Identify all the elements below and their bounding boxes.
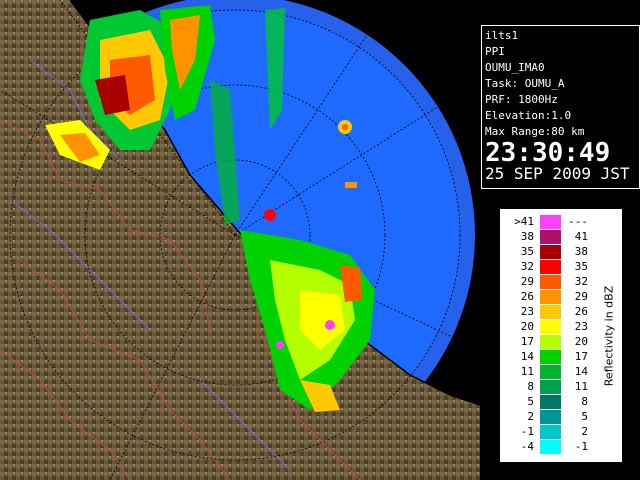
legend-low-value: 29: [520, 275, 534, 288]
legend-low-value: 35: [520, 245, 534, 258]
elevation-value: Elevation:1.0: [485, 109, 572, 122]
legend-high-value: 8: [581, 395, 588, 408]
legend-high-value: 32: [574, 275, 588, 288]
legend-high-value: 23: [574, 320, 588, 333]
radar-display: ilts1 PPI OUMU_IMA0 Task: OUMU_A PRF: 18…: [0, 0, 640, 480]
station-name: ilts1: [485, 29, 519, 42]
legend-low-value: 23: [520, 305, 534, 318]
legend-low-value: 8: [527, 380, 534, 393]
legend-low-value: -1: [520, 425, 534, 438]
legend-color-swatch: [540, 410, 561, 424]
legend-low-value: 38: [520, 230, 534, 243]
task-name: Task: OUMU_A: [485, 77, 565, 90]
scan-type: PPI: [485, 45, 505, 58]
legend-high-value: -1: [574, 440, 588, 453]
legend-high-value: 26: [574, 305, 588, 318]
legend-low-value: >41: [514, 215, 534, 228]
legend-low-value: 32: [520, 260, 534, 273]
legend-high-value: 20: [574, 335, 588, 348]
legend-high-value: 41: [574, 230, 588, 243]
scan-date: 25 SEP 2009 JST: [485, 164, 630, 183]
legend-low-value: 11: [520, 365, 534, 378]
legend-low-value: 26: [520, 290, 534, 303]
legend-high-value: 29: [574, 290, 588, 303]
scan-time: 23:30:49: [485, 138, 611, 168]
legend-color-swatch: [540, 335, 561, 349]
legend-high-value: 35: [574, 260, 588, 273]
info-panel: ilts1 PPI OUMU_IMA0 Task: OUMU_A PRF: 18…: [481, 25, 640, 189]
legend-color-swatch: [540, 215, 561, 229]
legend-high-value: 11: [574, 380, 588, 393]
legend-low-value: 20: [520, 320, 534, 333]
legend-color-swatch: [540, 230, 561, 244]
legend-low-value: 2: [527, 410, 534, 423]
max-range-value: Max Range:80 km: [485, 125, 585, 138]
legend-high-value: 17: [574, 350, 588, 363]
reflectivity-legend: >41 --- 38 41 35 38 32 35 29 32 26 29 23 26 20 23 17 20 14…: [500, 209, 622, 462]
legend-low-value: 5: [527, 395, 534, 408]
prf-value: PRF: 1800Hz: [485, 93, 558, 106]
legend-color-swatch: [540, 290, 561, 304]
legend-color-swatch: [540, 365, 561, 379]
legend-low-value: 17: [520, 335, 534, 348]
radar-map: [0, 0, 480, 480]
legend-low-value: 14: [520, 350, 534, 363]
legend-color-swatch: [540, 350, 561, 364]
legend-color-swatch: [540, 275, 561, 289]
legend-title-text: Reflectivity in dBZ: [602, 285, 616, 387]
legend-low-value: -4: [520, 440, 534, 453]
legend-color-swatch: [540, 260, 561, 274]
legend-color-swatch: [540, 305, 561, 319]
legend-color-swatch: [540, 440, 561, 454]
legend-color-swatch: [540, 395, 561, 409]
legend-high-value: 2: [581, 425, 588, 438]
legend-high-value: 14: [574, 365, 588, 378]
radar-id: OUMU_IMA0: [485, 61, 545, 74]
legend-title: Reflectivity in dBZ: [600, 211, 618, 461]
legend-color-swatch: [540, 425, 561, 439]
legend-color-swatch: [540, 245, 561, 259]
legend-high-value: 5: [581, 410, 588, 423]
legend-high-value: ---: [568, 215, 588, 228]
legend-color-swatch: [540, 380, 561, 394]
legend-color-swatch: [540, 320, 561, 334]
legend-high-value: 38: [574, 245, 588, 258]
